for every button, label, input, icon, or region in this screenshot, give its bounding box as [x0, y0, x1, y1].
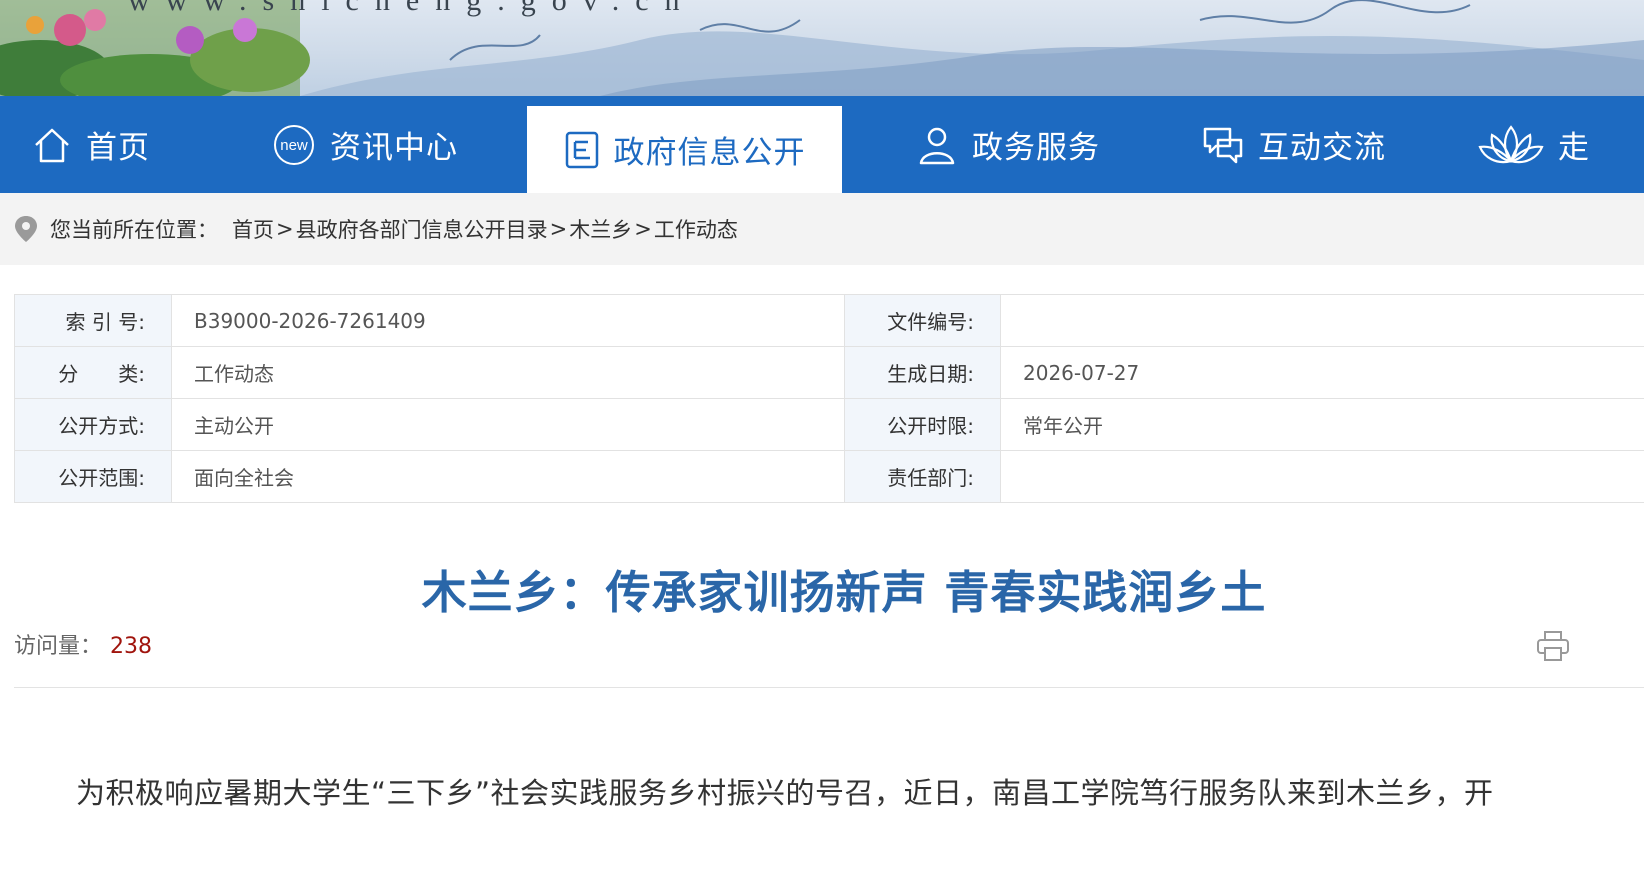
nav-item-home[interactable]: 首页	[32, 96, 150, 193]
meta-key-scope: 公开范围:	[14, 450, 172, 503]
nav-label: 政务服务	[972, 130, 1100, 166]
meta-key-department: 责任部门:	[844, 450, 1001, 503]
nav-item-more[interactable]: 走	[1478, 96, 1590, 193]
meta-value-index: B39000-2026-7261409	[171, 294, 845, 347]
meta-value-doc-number	[1000, 294, 1644, 347]
nav-item-news-center[interactable]: new 资讯中心	[272, 96, 458, 193]
meta-key-disclosure-method: 公开方式:	[14, 398, 172, 451]
breadcrumb-separator: >	[549, 217, 568, 241]
meta-key-doc-number: 文件编号:	[844, 294, 1001, 347]
header-banner: www.shicheng.gov.cn	[0, 0, 1644, 96]
article-title: 木兰乡：传承家训扬新声 青春实践润乡土	[421, 566, 1267, 619]
nav-label: 政府信息公开	[613, 135, 806, 171]
new-badge-text: new	[280, 137, 308, 154]
meta-value-date: 2026-07-27	[1000, 346, 1644, 399]
nav-label: 资讯中心	[330, 130, 458, 166]
site-url-text: www.shicheng.gov.cn	[128, 0, 696, 17]
breadcrumb: 您当前所在位置： 首页 > 县政府各部门信息公开目录 > 木兰乡 > 工作动态	[0, 193, 1644, 265]
breadcrumb-link-directory[interactable]: 县政府各部门信息公开目录	[296, 214, 548, 244]
breadcrumb-separator: >	[634, 217, 652, 241]
user-icon	[916, 124, 958, 166]
article-paragraph: 为积极响应暑期大学生“三下乡”社会实践服务乡村振兴的号召，近日，南昌工学院笃行服…	[76, 776, 1494, 810]
table-row: 索 引 号: B39000-2026-7261409 文件编号:	[14, 294, 1644, 347]
nav-item-gov-info[interactable]: 政府信息公开	[527, 106, 842, 193]
info-meta-table: 索 引 号: B39000-2026-7261409 文件编号: 分 类: 工作…	[14, 294, 1644, 503]
meta-key-index: 索 引 号:	[14, 294, 172, 347]
breadcrumb-separator: >	[276, 217, 294, 241]
nav-label: 互动交流	[1258, 130, 1386, 166]
main-nav: 首页 new 资讯中心 政府信息公开 政务服务 互动交流 走	[0, 96, 1644, 193]
meta-value-category: 工作动态	[171, 346, 845, 399]
meta-key-date: 生成日期:	[844, 346, 1001, 399]
breadcrumb-link-work-news[interactable]: 工作动态	[654, 214, 738, 244]
view-count-label: 访问量：	[14, 634, 103, 659]
new-badge-icon: new	[272, 123, 316, 167]
home-icon	[32, 125, 72, 165]
meta-key-category: 分 类:	[14, 346, 172, 399]
table-row: 公开方式: 主动公开 公开时限: 常年公开	[14, 398, 1644, 451]
nav-item-interaction[interactable]: 互动交流	[1202, 96, 1386, 193]
breadcrumb-prefix: 您当前所在位置：	[50, 218, 218, 242]
view-count-number: 238	[110, 634, 153, 659]
breadcrumb-link-mulan[interactable]: 木兰乡	[569, 214, 632, 244]
location-pin-icon	[14, 215, 38, 243]
table-row: 分 类: 工作动态 生成日期: 2026-07-27	[14, 346, 1644, 399]
meta-value-disclosure-method: 主动公开	[171, 398, 845, 451]
divider	[14, 687, 1644, 688]
breadcrumb-link-home[interactable]: 首页	[232, 214, 274, 244]
lotus-icon	[1478, 121, 1544, 169]
meta-value-scope: 面向全社会	[171, 450, 845, 503]
nav-label: 首页	[86, 130, 150, 166]
meta-value-disclosure-term: 常年公开	[1000, 398, 1644, 451]
view-count: 访问量： 238	[14, 628, 152, 660]
chat-icon	[1202, 124, 1244, 166]
nav-label: 走	[1558, 130, 1590, 166]
table-row: 公开范围: 面向全社会 责任部门:	[14, 450, 1644, 503]
nav-item-gov-services[interactable]: 政务服务	[916, 96, 1100, 193]
meta-key-disclosure-term: 公开时限:	[844, 398, 1001, 451]
document-icon	[564, 130, 600, 170]
print-icon[interactable]	[1536, 630, 1570, 666]
meta-value-department	[1000, 450, 1644, 503]
